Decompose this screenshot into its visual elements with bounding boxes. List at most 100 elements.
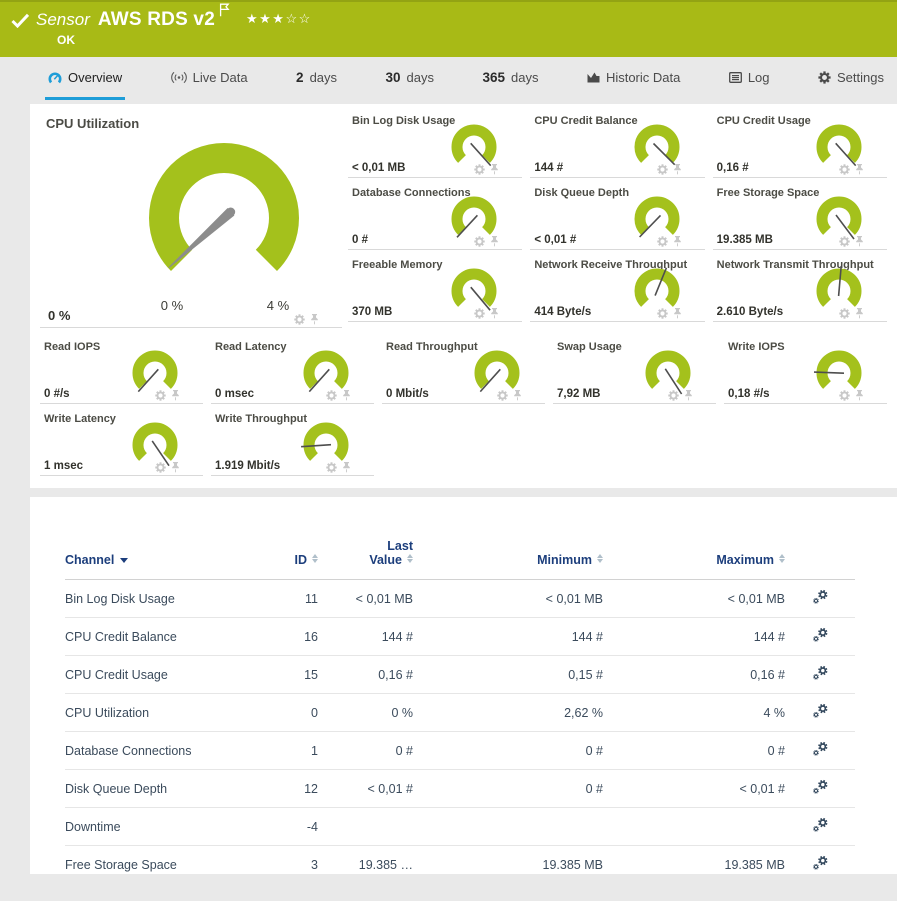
channel-last-value: 19.385 … (318, 846, 413, 875)
gear-icon[interactable] (474, 308, 485, 319)
gear-icon[interactable] (326, 390, 337, 401)
gear-icon[interactable] (497, 390, 508, 401)
channel-name[interactable]: Disk Queue Depth (65, 770, 260, 808)
tab-log[interactable]: Log (726, 57, 773, 100)
channel-settings-icon[interactable] (812, 627, 829, 643)
channel-name[interactable]: CPU Credit Balance (65, 618, 260, 656)
pin-icon[interactable] (512, 389, 523, 401)
gauge-tile-database-connections[interactable]: Database Connections 0 # (348, 184, 522, 250)
tab-30-days[interactable]: 30days (383, 57, 438, 100)
gauge-tile-cpu-credit-usage[interactable]: CPU Credit Usage 0,16 # (713, 112, 887, 178)
gear-icon[interactable] (326, 462, 337, 473)
pin-icon[interactable] (672, 235, 683, 247)
pin-icon[interactable] (854, 163, 865, 175)
channel-settings-icon[interactable] (812, 817, 829, 833)
pin-icon[interactable] (489, 163, 500, 175)
channel-settings-icon[interactable] (812, 703, 829, 719)
pin-icon[interactable] (854, 235, 865, 247)
gauge-tile-write-latency[interactable]: Write Latency 1 msec (40, 410, 203, 476)
channel-name[interactable]: Downtime (65, 808, 260, 846)
gear-icon[interactable] (294, 314, 305, 325)
tab-365-days[interactable]: 365days (479, 57, 541, 100)
gauge-tile-write-throughput[interactable]: Write Throughput 1.919 Mbit/s (211, 410, 374, 476)
gauge-value: 144 # (534, 162, 563, 174)
channel-name[interactable]: CPU Credit Usage (65, 656, 260, 694)
channel-minimum: 144 # (413, 618, 603, 656)
channel-settings-icon[interactable] (812, 665, 829, 681)
pin-icon[interactable] (683, 389, 694, 401)
channel-minimum (413, 808, 603, 846)
gear-icon[interactable] (155, 390, 166, 401)
pin-icon[interactable] (170, 461, 181, 473)
gauge-tile-read-throughput[interactable]: Read Throughput 0 Mbit/s (382, 338, 545, 404)
channel-id: 0 (260, 694, 318, 732)
gear-icon[interactable] (839, 236, 850, 247)
channel-id: 15 (260, 656, 318, 694)
gear-icon[interactable] (839, 164, 850, 175)
priority-stars[interactable]: ★★★☆☆ (246, 11, 312, 27)
gear-icon (818, 71, 831, 84)
channel-last-value: 0 # (318, 732, 413, 770)
column-header-id[interactable]: ID (260, 533, 318, 580)
gauge-tile-cpu-credit-balance[interactable]: CPU Credit Balance 144 # (530, 112, 704, 178)
tab-2-days[interactable]: 2days (293, 57, 340, 100)
gear-icon[interactable] (657, 164, 668, 175)
gauge-tile-bin-log-disk-usage[interactable]: Bin Log Disk Usage < 0,01 MB (348, 112, 522, 178)
gear-icon[interactable] (839, 308, 850, 319)
gear-icon[interactable] (668, 390, 679, 401)
gear-icon[interactable] (474, 236, 485, 247)
gear-icon[interactable] (474, 164, 485, 175)
pin-icon[interactable] (309, 313, 320, 325)
big-gauge-value: 0 % (48, 308, 70, 323)
pin-icon[interactable] (341, 461, 352, 473)
column-header-last-value[interactable]: LastValue (318, 533, 413, 580)
pin-icon[interactable] (672, 163, 683, 175)
gear-icon[interactable] (155, 462, 166, 473)
sort-icon (779, 554, 785, 563)
pin-icon[interactable] (672, 307, 683, 319)
stars-empty[interactable]: ☆☆ (285, 11, 311, 26)
channel-maximum: 0 # (603, 732, 785, 770)
gauge-tile-disk-queue-depth[interactable]: Disk Queue Depth < 0,01 # (530, 184, 704, 250)
gauges-panel: CPU Utilization 0 % 4 % 0 % Bin Log Disk… (30, 104, 897, 488)
gauge-tile-read-latency[interactable]: Read Latency 0 msec (211, 338, 374, 404)
pin-icon[interactable] (854, 307, 865, 319)
channel-name[interactable]: CPU Utilization (65, 694, 260, 732)
gauge-tile-cpu-utilization[interactable]: CPU Utilization 0 % 4 % 0 % (40, 112, 342, 328)
channel-maximum: < 0,01 MB (603, 580, 785, 618)
gauge-value: 1.919 Mbit/s (215, 460, 280, 472)
gear-icon[interactable] (657, 308, 668, 319)
gauge-tile-read-iops[interactable]: Read IOPS 0 #/s (40, 338, 203, 404)
tab-settings[interactable]: Settings (815, 57, 887, 100)
pin-icon[interactable] (489, 235, 500, 247)
gear-icon[interactable] (657, 236, 668, 247)
channel-minimum: < 0,01 MB (413, 580, 603, 618)
column-header-maximum[interactable]: Maximum (603, 533, 785, 580)
channel-name[interactable]: Bin Log Disk Usage (65, 580, 260, 618)
gauge-tile-swap-usage[interactable]: Swap Usage 7,92 MB (553, 338, 716, 404)
flag-icon[interactable] (219, 3, 230, 17)
pin-icon[interactable] (341, 389, 352, 401)
tab-overview[interactable]: Overview (45, 57, 125, 100)
stars-filled[interactable]: ★★★ (246, 11, 285, 26)
channel-settings-icon[interactable] (812, 741, 829, 757)
pin-icon[interactable] (170, 389, 181, 401)
pin-icon[interactable] (489, 307, 500, 319)
channel-settings-icon[interactable] (812, 589, 829, 605)
gauge-tile-network-transmit-throughput[interactable]: Network Transmit Throughput 2.610 Byte/s (713, 256, 887, 322)
column-header-minimum[interactable]: Minimum (413, 533, 603, 580)
channel-settings-icon[interactable] (812, 779, 829, 795)
gauge-tile-network-receive-throughput[interactable]: Network Receive Throughput 414 Byte/s (530, 256, 704, 322)
gear-icon[interactable] (839, 390, 850, 401)
tab-live-data[interactable]: Live Data (168, 57, 251, 100)
column-header-channel[interactable]: Channel (65, 533, 260, 580)
gauge-tile-free-storage-space[interactable]: Free Storage Space 19.385 MB (713, 184, 887, 250)
channel-name[interactable]: Free Storage Space (65, 846, 260, 875)
channel-last-value: < 0,01 MB (318, 580, 413, 618)
gauge-tile-write-iops[interactable]: Write IOPS 0,18 #/s (724, 338, 887, 404)
channel-name[interactable]: Database Connections (65, 732, 260, 770)
gauge-tile-freeable-memory[interactable]: Freeable Memory 370 MB (348, 256, 522, 322)
channel-settings-icon[interactable] (812, 855, 829, 871)
pin-icon[interactable] (854, 389, 865, 401)
tab-historic-data[interactable]: Historic Data (584, 57, 683, 100)
